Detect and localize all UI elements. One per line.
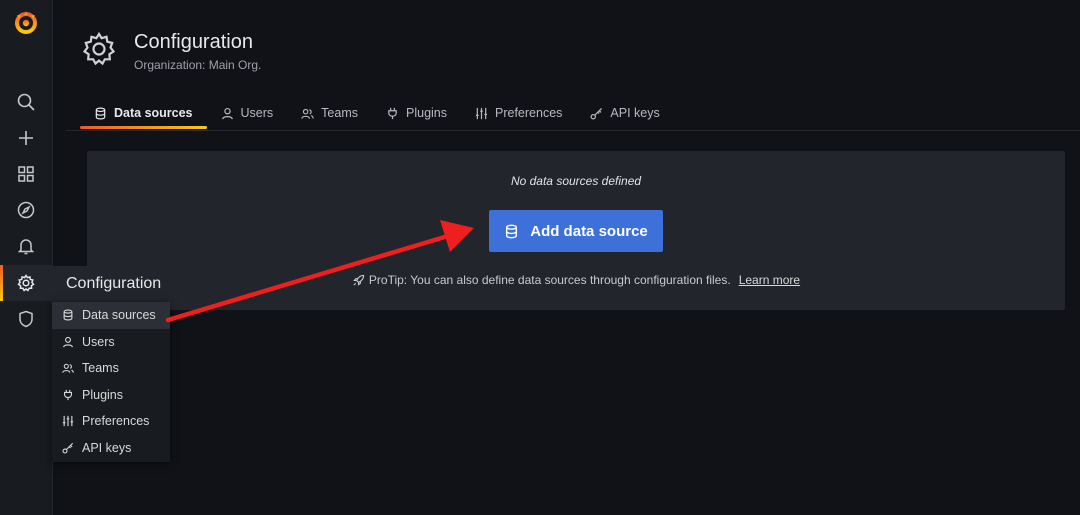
sidebar-explore[interactable]	[0, 192, 52, 228]
flyout-item-data-sources[interactable]: Data sources	[52, 302, 170, 329]
user-icon	[221, 107, 233, 119]
plug-icon	[388, 107, 397, 119]
tab-label: Teams	[321, 106, 358, 120]
sliders-icon	[62, 416, 74, 427]
tab-teams[interactable]: Teams	[287, 97, 372, 129]
tab-label: Data sources	[114, 106, 193, 120]
page-subtitle: Organization: Main Org.	[134, 58, 262, 72]
tab-label: Plugins	[406, 106, 447, 120]
sidebar-alerting[interactable]	[0, 228, 52, 264]
database-icon	[506, 224, 518, 238]
flyout-item-preferences[interactable]: Preferences	[52, 408, 170, 435]
sidebar-configuration[interactable]	[0, 265, 52, 301]
sidebar-dashboards[interactable]	[0, 156, 52, 192]
flyout-item-users[interactable]: Users	[52, 329, 170, 356]
dashboards-icon	[18, 166, 34, 182]
flyout-title[interactable]: Configuration	[52, 266, 170, 302]
sliders-icon	[475, 107, 488, 119]
rocket-icon	[353, 274, 365, 286]
tab-data-sources[interactable]: Data sources	[80, 97, 207, 129]
database-icon	[63, 309, 73, 321]
compass-icon	[17, 201, 35, 219]
tab-label: Preferences	[495, 106, 563, 120]
flyout-item-label: Preferences	[82, 414, 150, 429]
tab-plugins[interactable]: Plugins	[372, 97, 461, 129]
flyout-item-label: Data sources	[82, 308, 156, 323]
tab-api-keys[interactable]: API keys	[576, 97, 673, 129]
key-icon	[590, 107, 603, 119]
page-gear-icon	[80, 30, 118, 68]
tab-label: API keys	[610, 106, 660, 120]
flyout-item-label: Teams	[82, 361, 119, 376]
shield-icon	[19, 310, 33, 328]
flyout-item-label: Users	[82, 334, 115, 349]
users-icon	[301, 108, 314, 119]
learn-more-link[interactable]: Learn more	[739, 273, 800, 287]
flyout-item-api-keys[interactable]: API keys	[52, 435, 170, 462]
add-data-source-button[interactable]: Add data source	[489, 210, 663, 252]
bell-icon	[17, 239, 35, 255]
tab-users[interactable]: Users	[207, 97, 288, 129]
add-data-source-label: Add data source	[530, 222, 648, 240]
flyout-item-label: API keys	[82, 440, 132, 455]
configuration-flyout-menu: Data sources Users Teams Plugins Prefere…	[52, 302, 170, 462]
user-icon	[62, 336, 74, 348]
flyout-item-label: Plugins	[82, 387, 123, 402]
tab-label: Users	[240, 106, 274, 120]
database-icon	[95, 107, 106, 119]
search-icon	[17, 93, 35, 111]
sidebar-create[interactable]	[0, 120, 52, 156]
tab-preferences[interactable]: Preferences	[461, 97, 576, 129]
sidebar-server-admin[interactable]	[0, 301, 52, 337]
key-icon	[62, 442, 74, 454]
grafana-logo-icon[interactable]	[12, 8, 40, 36]
sidebar-search[interactable]	[0, 84, 52, 120]
protip-text: ProTip: You can also define data sources…	[368, 273, 731, 287]
plus-icon	[19, 131, 33, 145]
empty-state-text: No data sources defined	[510, 174, 642, 188]
page-title: Configuration	[134, 31, 253, 53]
protip: ProTip: You can also define data sources…	[87, 273, 1065, 287]
empty-list-panel: No data sources defined Add data source …	[87, 151, 1065, 310]
plug-icon	[64, 389, 72, 400]
gear-icon	[17, 274, 35, 292]
users-icon	[62, 363, 74, 374]
flyout-item-teams[interactable]: Teams	[52, 355, 170, 382]
sidebar	[0, 0, 53, 515]
flyout-item-plugins[interactable]: Plugins	[52, 382, 170, 409]
tab-bar: Data sources Users Teams Plugins Prefere…	[80, 97, 674, 130]
